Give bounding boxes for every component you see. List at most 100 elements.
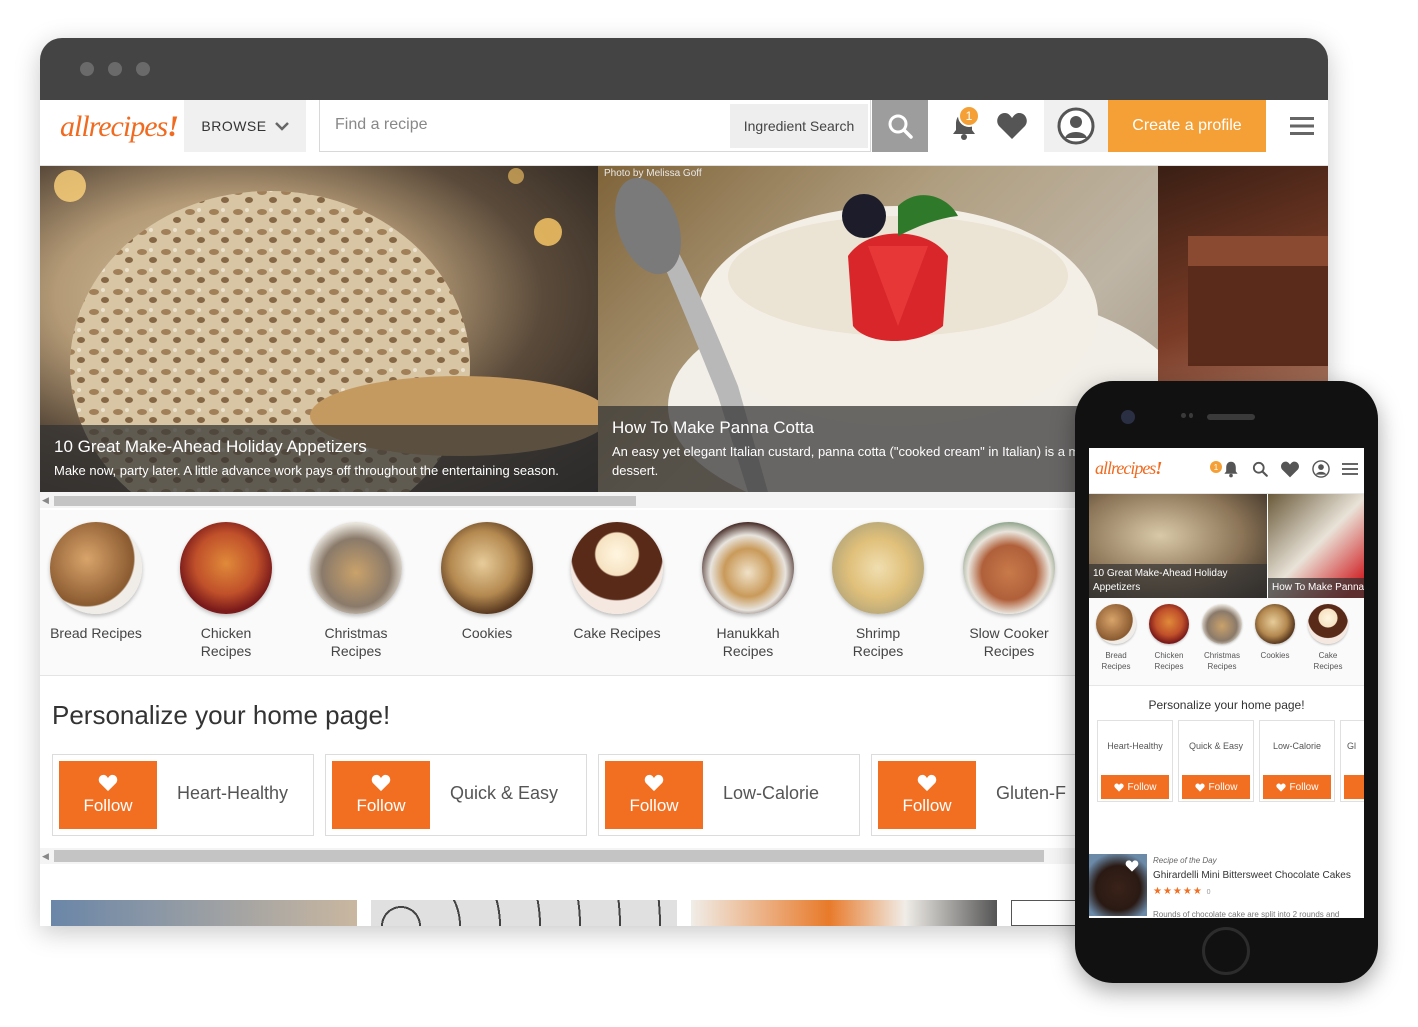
browse-button[interactable]: BROWSE	[184, 100, 306, 152]
follow-label: Follow	[629, 796, 679, 815]
category-label: Cookies	[461, 625, 513, 641]
heart-icon	[1194, 782, 1205, 792]
recipe-image[interactable]	[1089, 854, 1147, 916]
ingredient-search-button[interactable]: Ingredient Search	[730, 104, 868, 148]
bell-icon[interactable]	[1222, 460, 1240, 478]
category-label: Recipes	[1207, 662, 1237, 671]
heart-icon	[997, 113, 1027, 139]
scrollbar-thumb[interactable]	[54, 496, 636, 506]
category-item[interactable]: Cake Recipes	[1303, 604, 1353, 672]
follow-label: Follow	[1208, 781, 1238, 793]
hero-slide[interactable]: 10 Great Make-Ahead Holiday Appetizers M…	[40, 166, 598, 492]
notification-badge: 1	[958, 105, 980, 127]
hero-title[interactable]: 10 Great Make-Ahead Holiday Appetizers	[54, 437, 584, 457]
personalize-heading: Personalize your home page!	[1148, 698, 1305, 712]
hero-slide[interactable]: 10 Great Make-Ahead Holiday Appetizers	[1089, 494, 1267, 598]
category-item[interactable]: Cake Recipes	[557, 522, 677, 642]
scrollbar-thumb[interactable]	[54, 850, 1044, 862]
mobile-screen: allrecipes! 1 10 Great Make-Ahead Holida…	[1089, 448, 1364, 918]
follow-button[interactable]: Follow	[1182, 775, 1250, 799]
follow-label: Follow	[1127, 781, 1157, 793]
hero-title: How To Make Panna	[1268, 578, 1364, 598]
mobile-category-row: Bread Recipes Chicken Recipes Christmas Rec…	[1089, 598, 1364, 686]
category-item[interactable]: Bread Recipes	[40, 522, 156, 642]
category-label: Recipes	[200, 643, 252, 659]
recipe-thumbnail[interactable]	[371, 900, 677, 926]
category-item[interactable]: Cookies	[1250, 604, 1300, 661]
personalize-heading: Personalize your home page!	[52, 700, 391, 730]
category-label: Christmas	[324, 625, 388, 641]
follow-label: Follow	[902, 796, 952, 815]
cake-icon	[1308, 604, 1348, 644]
search-input[interactable]	[320, 100, 728, 150]
follow-label: Follow	[356, 796, 406, 815]
mobile-nav-icons	[1222, 460, 1358, 478]
window-dot	[108, 62, 122, 76]
avatar-icon[interactable]	[1312, 460, 1330, 478]
heart-icon[interactable]	[1280, 461, 1300, 478]
topic-label: Quick & Easy	[450, 783, 559, 803]
recipe-title[interactable]: Ghirardelli Mini Bittersweet Chocolate C…	[1153, 870, 1351, 881]
follow-button[interactable]: Follow	[1263, 775, 1331, 799]
search-icon[interactable]	[1252, 461, 1268, 477]
logo-text: allrecipes	[1095, 458, 1156, 478]
hero-slide[interactable]: How To Make Panna	[1268, 494, 1364, 598]
home-button[interactable]	[1202, 927, 1250, 975]
site-logo[interactable]: allrecipes!	[60, 110, 179, 144]
create-profile-button[interactable]: Create a profile	[1108, 100, 1266, 152]
follow-button[interactable]: Follow	[59, 761, 157, 829]
scroll-left-icon[interactable]: ◀	[42, 851, 49, 862]
follow-button[interactable]: Follow	[332, 761, 430, 829]
category-item[interactable]: Cookies	[427, 522, 547, 642]
scroll-left-icon[interactable]: ◀	[42, 495, 49, 506]
heart-icon	[371, 774, 391, 792]
category-label: Bread	[1105, 651, 1127, 660]
hero-title[interactable]: How To Make Panna Cotta	[612, 418, 1144, 438]
follow-button[interactable]	[1344, 775, 1364, 799]
mobile-hero-carousel: 10 Great Make-Ahead Holiday Appetizers H…	[1089, 494, 1364, 598]
category-label: Recipes	[330, 643, 382, 659]
category-label: Bread Recipes	[50, 625, 142, 641]
topic-label: Low-Calorie	[723, 783, 820, 803]
chevron-down-icon	[274, 122, 289, 131]
bread-icon	[1096, 604, 1136, 644]
hero-slide[interactable]: Photo by Melissa Goff How To Make Panna …	[598, 166, 1158, 492]
category-label: Recipes	[983, 643, 1035, 659]
hero-caption: How To Make Panna Cotta An easy yet eleg…	[598, 406, 1158, 492]
mobile-logo[interactable]: allrecipes!	[1095, 458, 1162, 479]
category-item[interactable]: Chicken Recipes	[166, 522, 286, 660]
recipe-thumbnail[interactable]	[691, 900, 997, 926]
hamburger-menu-button[interactable]	[1276, 100, 1328, 152]
follow-button[interactable]: Follow	[878, 761, 976, 829]
category-item[interactable]: Christmas Recipes	[296, 522, 416, 660]
bread-icon	[50, 522, 142, 614]
rating-count: 0	[1206, 889, 1212, 896]
heart-icon	[1275, 782, 1286, 792]
category-item[interactable]: Hanukkah Recipes	[688, 522, 808, 660]
follow-label: Follow	[1289, 781, 1319, 793]
sensor	[1181, 413, 1193, 421]
topic-card: Low-Calorie Follow	[1259, 720, 1335, 802]
category-item[interactable]: Slow Cooker Recipes	[949, 522, 1069, 660]
category-item[interactable]: Bread Recipes	[1091, 604, 1141, 672]
hamburger-icon[interactable]	[1342, 462, 1358, 476]
category-item[interactable]: Shrimp Recipes	[818, 522, 938, 660]
recipe-of-the-day[interactable]: Recipe of the Day Ghirardelli Mini Bitte…	[1089, 852, 1364, 918]
category-label: Slow Cooker	[969, 625, 1049, 641]
category-item[interactable]: Christmas Recipes	[1197, 604, 1247, 672]
profile-avatar-button[interactable]	[1044, 100, 1108, 152]
favorites-button[interactable]	[988, 100, 1036, 152]
category-label: Hanukkah	[716, 625, 780, 641]
heart-icon[interactable]	[1125, 860, 1139, 872]
slow-cooker-icon	[963, 522, 1055, 614]
category-label: Recipes	[722, 643, 774, 659]
category-label: Cookies	[1260, 651, 1290, 660]
topic-card: Follow Heart-Healthy	[52, 754, 314, 836]
follow-button[interactable]: Follow	[1101, 775, 1169, 799]
category-item[interactable]: Chicken Recipes	[1144, 604, 1194, 672]
follow-button[interactable]: Follow	[605, 761, 703, 829]
christmas-icon	[1202, 604, 1242, 644]
search-button[interactable]	[872, 100, 928, 152]
window-dot	[80, 62, 94, 76]
recipe-thumbnail[interactable]	[51, 900, 357, 926]
